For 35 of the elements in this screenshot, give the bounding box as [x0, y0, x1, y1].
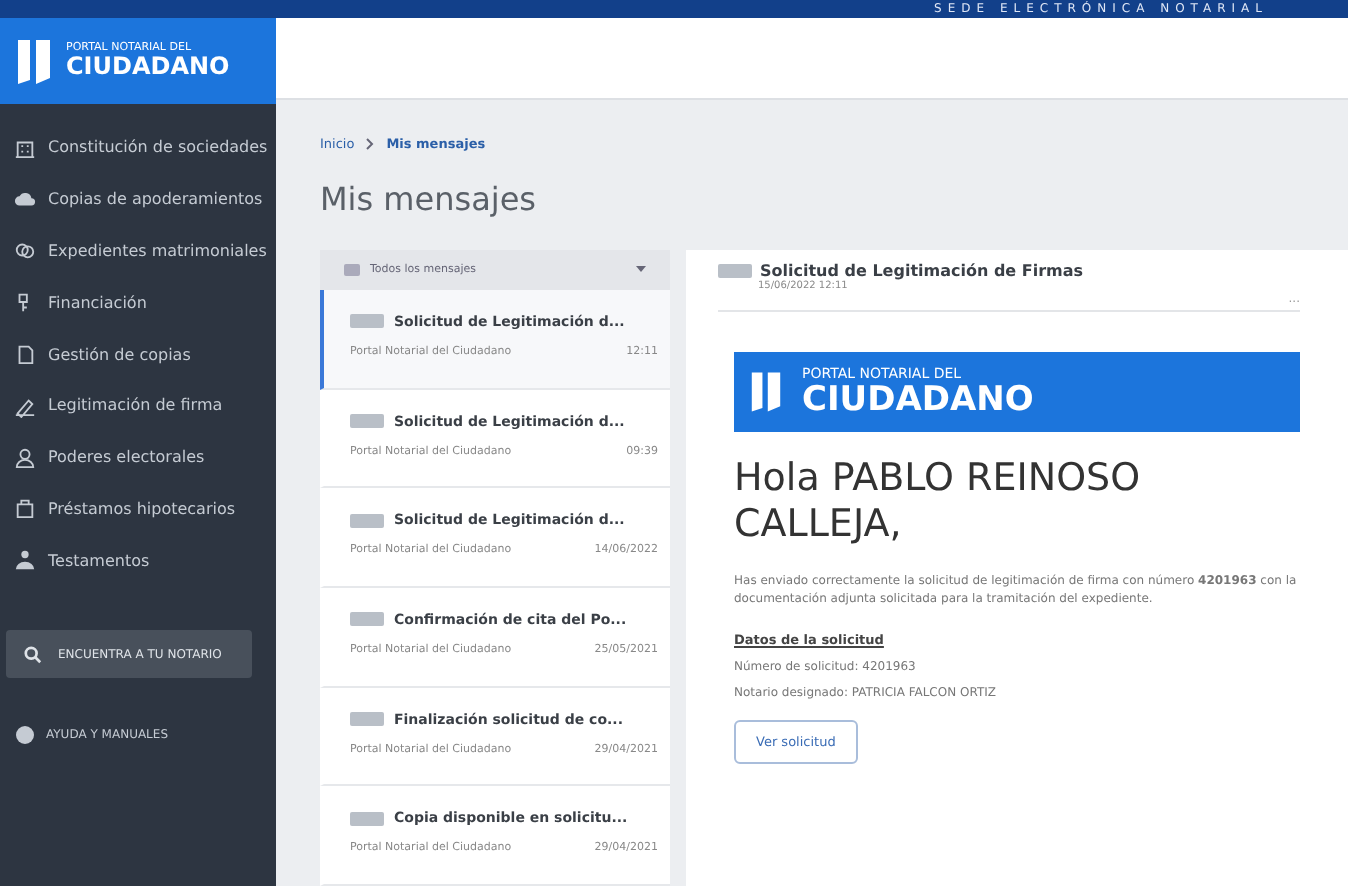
sidebar-item[interactable]: Préstamos hipotecarios [0, 483, 276, 535]
greeting-heading: Hola PABLO REINOSO CALLEJA, [734, 456, 1143, 548]
search-icon [24, 645, 42, 664]
tag-icon [350, 811, 384, 826]
help-icon [16, 726, 34, 745]
sidebar-item[interactable]: Legitimación de firma [0, 379, 276, 432]
sidebar-item[interactable]: Gestión de copias [0, 328, 276, 380]
tag-icon [350, 712, 384, 727]
tag-icon [350, 513, 384, 528]
people-icon [14, 548, 36, 573]
page-title: Mis mensajes [320, 180, 539, 218]
sidebar-item[interactable]: Poderes electorales [0, 431, 276, 484]
person-icon [14, 445, 36, 470]
tag-icon [718, 264, 752, 278]
chevron-icon [366, 138, 375, 150]
tag-icon [350, 612, 384, 627]
sidebar-item[interactable]: Testamentos [0, 534, 276, 587]
logo-title: CIUDADANO [802, 381, 1034, 419]
logo-icon [750, 370, 782, 414]
sidebar-item[interactable]: Expedientes matrimoniales [0, 225, 276, 277]
tag-icon [350, 414, 384, 429]
sidebar-item[interactable]: Copias de apoderamientos [0, 173, 276, 226]
chat-icon [344, 263, 360, 276]
cloud-icon [14, 187, 36, 212]
rings-icon [14, 238, 36, 263]
logo-title: CIUDADANO [66, 53, 230, 81]
document-icon [14, 342, 36, 367]
pen-icon [14, 393, 36, 418]
message-title: Solicitud de Legitimación de Firmas [760, 262, 1084, 280]
tag-icon [350, 314, 384, 329]
briefcase-icon [14, 496, 36, 521]
sidebar-item[interactable]: Financiación [0, 276, 276, 329]
logo-icon [16, 37, 52, 85]
caret-icon [636, 266, 646, 273]
sidebar-item[interactable]: Constitución de sociedades [0, 122, 276, 174]
